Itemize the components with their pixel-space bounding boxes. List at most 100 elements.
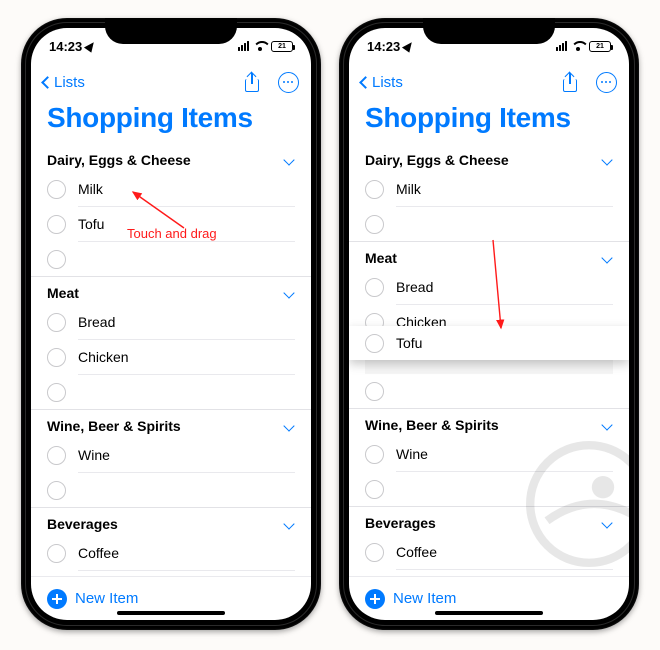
location-icon [84,39,97,52]
page-title: Shopping Items [349,100,629,144]
iphone-notch [423,18,555,44]
section-title: Meat [47,285,79,301]
reminder-row[interactable] [365,472,613,506]
list-section: Dairy, Eggs & Cheese Milk [349,144,629,241]
reminder-circle[interactable] [365,445,384,464]
plus-icon [47,589,67,609]
reminder-circle[interactable] [365,180,384,199]
reminder-row[interactable]: Bread [365,270,613,304]
reminder-label: Chicken [78,349,129,365]
section-title: Meat [365,250,397,266]
reminder-label: Bread [396,279,433,295]
reminder-circle[interactable] [47,383,66,402]
section-title: Beverages [47,516,118,532]
reminder-row[interactable]: Wine [365,437,613,471]
reminder-row[interactable]: Coffee [47,536,295,570]
reminder-row[interactable]: Coffee [365,535,613,569]
reminder-label: Tofu [396,335,422,351]
reminder-row[interactable] [365,374,613,408]
chevron-left-icon [359,76,372,89]
chevron-down-icon [601,252,612,263]
reminder-label: Coffee [396,544,437,560]
reminder-row[interactable] [47,242,295,276]
reminder-row[interactable]: Chicken [47,340,295,374]
new-item-label: New Item [393,590,456,607]
section-header[interactable]: Wine, Beer & Spirits [47,410,295,438]
reminder-label: Bread [78,314,115,330]
chevron-down-icon [601,419,612,430]
reminder-circle[interactable] [47,348,66,367]
reminder-label: Milk [396,181,421,197]
reminder-row[interactable]: Milk [47,172,295,206]
reminder-circle[interactable] [365,480,384,499]
list-section: Beverages Coffee Coke [31,508,311,576]
cellular-icon [238,41,249,51]
section-header[interactable]: Meat [365,242,613,270]
list-section: Dairy, Eggs & Cheese Milk Tofu [31,144,311,276]
section-header[interactable]: Dairy, Eggs & Cheese [47,144,295,172]
chevron-down-icon [283,154,294,165]
list-section: Meat Bread Chicken [31,277,311,409]
section-header[interactable]: Wine, Beer & Spirits [365,409,613,437]
reminder-row[interactable]: Wine [47,438,295,472]
chevron-down-icon [601,154,612,165]
battery-icon: 21 [271,41,293,52]
back-button[interactable]: Lists [43,74,85,91]
reminder-circle[interactable] [365,215,384,234]
list-section: Wine, Beer & Spirits Wine [31,410,311,507]
reminder-row[interactable]: Coke [365,570,613,576]
chevron-down-icon [283,420,294,431]
reminder-row[interactable] [365,207,613,241]
dragging-row[interactable]: Tofu [349,326,629,360]
reminder-row[interactable]: Milk [365,172,613,206]
reminder-circle[interactable] [47,446,66,465]
home-indicator[interactable] [435,611,543,615]
list-section: Wine, Beer & Spirits Wine [349,409,629,506]
home-indicator[interactable] [117,611,225,615]
share-button[interactable] [241,71,263,93]
section-title: Dairy, Eggs & Cheese [365,152,509,168]
reminder-label: Wine [396,446,428,462]
ellipsis-icon [278,72,299,93]
reminder-row[interactable] [47,375,295,409]
reminder-row[interactable]: Coke [47,571,295,576]
reminder-circle[interactable] [47,481,66,500]
status-time: 14:23 [367,39,400,54]
chevron-down-icon [283,287,294,298]
reminder-row[interactable] [47,473,295,507]
section-header[interactable]: Dairy, Eggs & Cheese [365,144,613,172]
status-time: 14:23 [49,39,82,54]
reminder-circle[interactable] [47,250,66,269]
back-button[interactable]: Lists [361,74,403,91]
iphone-notch [105,18,237,44]
reminder-row[interactable]: Bread [47,305,295,339]
reminder-circle[interactable] [47,313,66,332]
reminder-circle[interactable] [47,180,66,199]
share-button[interactable] [559,71,581,93]
reminder-circle[interactable] [365,334,384,353]
section-header[interactable]: Beverages [47,508,295,536]
location-icon [402,39,415,52]
reminder-label: Coffee [78,545,119,561]
reminder-circle[interactable] [47,544,66,563]
reminder-label: Wine [78,447,110,463]
back-label: Lists [372,74,403,91]
section-header[interactable]: Meat [47,277,295,305]
section-title: Dairy, Eggs & Cheese [47,152,191,168]
section-title: Wine, Beer & Spirits [47,418,181,434]
new-item-label: New Item [75,590,138,607]
more-button[interactable] [595,71,617,93]
reminder-circle[interactable] [47,215,66,234]
phone-right: 14:23 21 Lists [339,18,639,630]
cellular-icon [556,41,567,51]
reminder-circle[interactable] [365,543,384,562]
section-header[interactable]: Beverages [365,507,613,535]
back-label: Lists [54,74,85,91]
reminder-label: Milk [78,181,103,197]
reminder-row[interactable]: Tofu [47,207,295,241]
section-title: Wine, Beer & Spirits [365,417,499,433]
reminder-circle[interactable] [365,382,384,401]
reminder-circle[interactable] [365,278,384,297]
reminder-label: Tofu [78,216,104,232]
more-button[interactable] [277,71,299,93]
